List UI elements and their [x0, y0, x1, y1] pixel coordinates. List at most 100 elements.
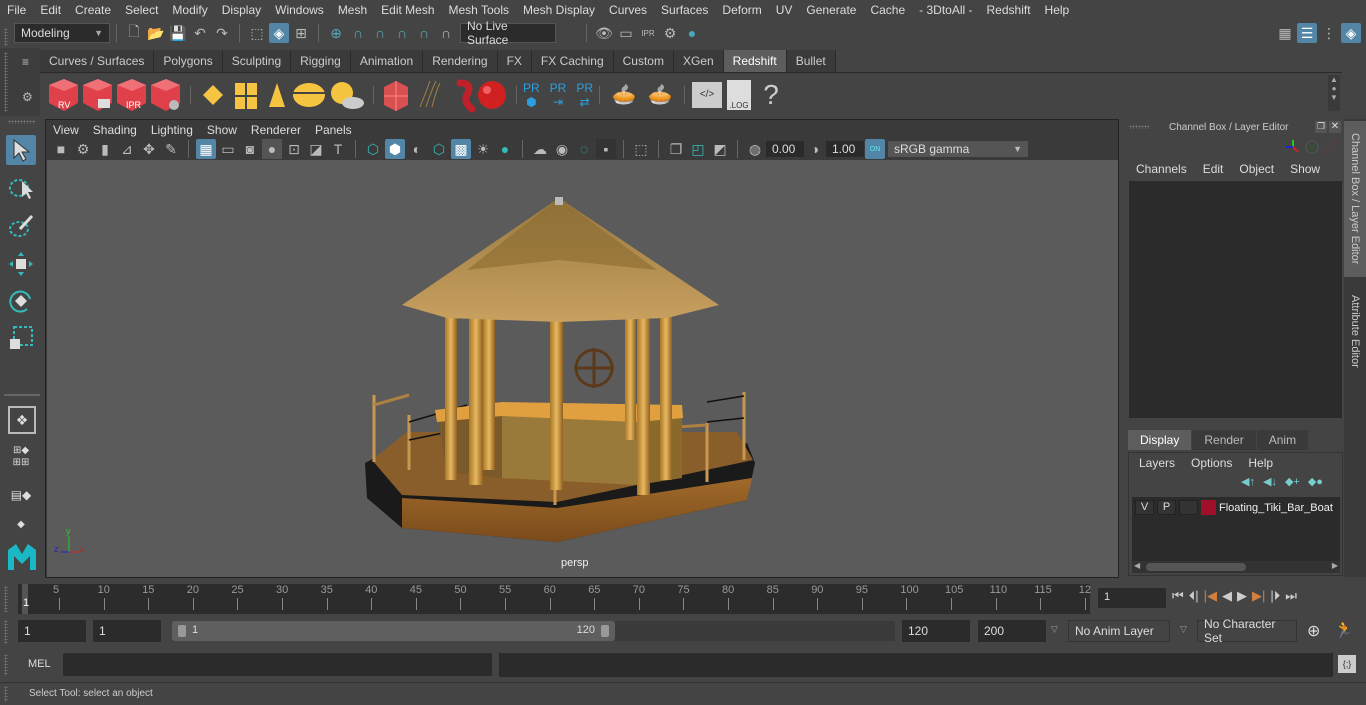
help-icon[interactable]: ? — [758, 79, 784, 110]
modeling-toolkit-icon[interactable]: ▦ — [1275, 23, 1295, 43]
redshift-render-sequence-icon[interactable] — [83, 78, 112, 111]
drag-handle[interactable] — [4, 686, 8, 702]
drag-handle[interactable] — [8, 120, 36, 124]
drag-handle[interactable] — [4, 28, 8, 46]
render-view-icon[interactable]: 👁 — [594, 23, 614, 43]
baking-pie-icon[interactable]: 🥧 — [643, 84, 677, 106]
menu-create[interactable]: Create — [68, 3, 118, 17]
rs-ies-light-icon[interactable] — [269, 82, 285, 107]
animation-start-field[interactable]: 1 — [18, 620, 86, 642]
snap-live-icon[interactable]: ∩ — [414, 23, 434, 43]
tab-polygons[interactable]: Polygons — [154, 50, 223, 72]
xray-icon[interactable]: ⬡ — [429, 139, 449, 159]
shadows-icon[interactable]: ● — [495, 139, 515, 159]
scroll-left-icon[interactable]: ◀ — [1134, 561, 1140, 570]
tab-bullet[interactable]: Bullet — [786, 50, 836, 72]
menu-uv[interactable]: UV — [769, 3, 800, 17]
script-editor-icon[interactable]: {;} — [1338, 655, 1356, 673]
rs-portal-light-icon[interactable] — [235, 82, 257, 109]
menu-mesh-tools[interactable]: Mesh Tools — [442, 3, 516, 17]
anim-layer-dropdown[interactable]: No Anim Layer — [1068, 620, 1170, 642]
menu-surfaces[interactable]: Surfaces — [654, 3, 715, 17]
xyz-manipulator-icon[interactable] — [1286, 140, 1299, 153]
tab-display[interactable]: Display — [1128, 430, 1192, 450]
grease-pencil-icon[interactable]: ✎ — [161, 139, 181, 159]
tab-attribute-editor[interactable]: Attribute Editor — [1344, 281, 1366, 381]
select-tool[interactable] — [6, 135, 36, 165]
drag-handle[interactable] — [4, 620, 8, 644]
anti-aliasing-icon[interactable]: ◌ — [574, 139, 594, 159]
script-editor-icon[interactable]: </> — [692, 81, 723, 108]
move-tool[interactable] — [6, 249, 36, 279]
viewport-menu-renderer[interactable]: Renderer — [244, 123, 308, 137]
attribute-editor-toggle-icon[interactable]: ☰ — [1297, 23, 1317, 43]
tab-render[interactable]: Render — [1192, 430, 1256, 450]
auto-key-icon[interactable]: ⊕ — [1307, 621, 1320, 641]
menu-3dtoall[interactable]: - 3DtoAll - — [912, 3, 979, 17]
drag-handle[interactable] — [4, 52, 8, 112]
step-forward-frame-icon[interactable]: |⏵ — [1270, 588, 1280, 604]
outliner-persp-layout[interactable]: ▤◆ — [6, 480, 36, 510]
tab-channel-box-layer-editor[interactable]: Channel Box / Layer Editor — [1344, 121, 1366, 277]
layer-row[interactable]: V P Floating_Tiki_Bar_Boat — [1132, 500, 1333, 515]
wireframe-icon[interactable]: ⬡ — [363, 139, 383, 159]
hypershade-icon[interactable]: ● — [682, 23, 702, 43]
menu-curves[interactable]: Curves — [602, 3, 654, 17]
layer-playback-toggle[interactable]: P — [1157, 500, 1176, 515]
animation-preferences-icon[interactable]: 🏃 — [1334, 620, 1354, 640]
motion-blur-icon[interactable]: ◉ — [552, 139, 572, 159]
go-to-end-icon[interactable]: ⏭ — [1285, 588, 1297, 604]
grid-toggle-icon[interactable]: ▦ — [196, 139, 216, 159]
rs-dome-light-icon[interactable] — [293, 82, 325, 107]
ipr-render-icon[interactable]: IPR — [638, 23, 658, 43]
safe-action-icon[interactable]: ◪ — [306, 139, 326, 159]
snap-grid-icon[interactable]: ⊕ — [326, 23, 346, 43]
scroll-down-icon[interactable]: ▼ — [1330, 93, 1338, 102]
bookmark-icon[interactable]: ▮ — [95, 139, 115, 159]
step-back-key-icon[interactable]: |◀ — [1204, 588, 1217, 604]
playback-end-field[interactable]: 120 — [902, 620, 970, 642]
layer-menu-options[interactable]: Options — [1191, 456, 1232, 470]
layer-color-swatch[interactable] — [1201, 500, 1216, 515]
redo-icon[interactable]: ↷ — [212, 23, 232, 43]
range-slider[interactable]: 1 120 — [172, 621, 615, 641]
float-panel-icon[interactable]: ❐ — [1315, 121, 1327, 133]
viewport-menu-shading[interactable]: Shading — [86, 123, 144, 137]
snap-curve-icon[interactable]: ∩ — [348, 23, 368, 43]
channel-box-menu-channels[interactable]: Channels — [1136, 162, 1187, 176]
tab-xgen[interactable]: XGen — [673, 50, 724, 72]
color-space-dropdown[interactable]: sRGB gamma ▼ — [888, 141, 1028, 157]
gate-mask-icon[interactable]: ● — [262, 139, 282, 159]
timeline-ruler[interactable]: 1 5 10 15 20 25 30 35 40 45 50 55 60 65 70 75 80 85 90 95 1… — [18, 584, 1091, 614]
pr-import-icon[interactable]: PR ⇥ — [550, 81, 567, 109]
snap-view-plane-icon[interactable]: ∩ — [392, 23, 412, 43]
camera-icon[interactable]: ■ — [51, 139, 71, 159]
key-indicator-icon[interactable] — [1305, 140, 1319, 154]
xray-joints-icon[interactable]: ❐ — [666, 139, 686, 159]
pr-swap-icon[interactable]: PR ⇄ — [576, 81, 593, 109]
channel-box-toggle-icon[interactable]: ◈ — [1341, 23, 1361, 43]
screen-space-ao-icon[interactable]: ☁ — [530, 139, 550, 159]
new-scene-icon[interactable]: 🗋 — [124, 23, 144, 43]
drag-handle[interactable] — [4, 586, 8, 612]
step-forward-key-icon[interactable]: ▶| — [1252, 588, 1265, 604]
undo-icon[interactable]: ↶ — [190, 23, 210, 43]
menu-cache[interactable]: Cache — [863, 3, 912, 17]
select-hierarchy-icon[interactable]: ⬚ — [247, 23, 267, 43]
rs-area-light-icon[interactable] — [203, 84, 223, 105]
no-key-icon[interactable] — [1323, 139, 1337, 155]
menu-edit[interactable]: Edit — [33, 3, 68, 17]
tab-fx[interactable]: FX — [497, 50, 532, 72]
tab-rigging[interactable]: Rigging — [291, 50, 351, 72]
camera-attributes-icon[interactable]: ⚙ — [73, 139, 93, 159]
layer-menu-help[interactable]: Help — [1248, 456, 1273, 470]
viewport-menu-view[interactable]: View — [46, 123, 86, 137]
gamma-field[interactable]: 1.00 — [826, 141, 864, 157]
tab-curves-surfaces[interactable]: Curves / Surfaces — [40, 50, 155, 72]
menu-windows[interactable]: Windows — [268, 3, 331, 17]
workspace-dropdown[interactable]: Modeling ▼ — [14, 23, 110, 43]
layer-visibility-toggle[interactable]: V — [1135, 500, 1154, 515]
tiki-bar-boat-model[interactable]: y x z — [47, 160, 1118, 577]
scroll-thumb[interactable] — [1146, 563, 1246, 571]
field-chart-icon[interactable]: ⊡ — [284, 139, 304, 159]
